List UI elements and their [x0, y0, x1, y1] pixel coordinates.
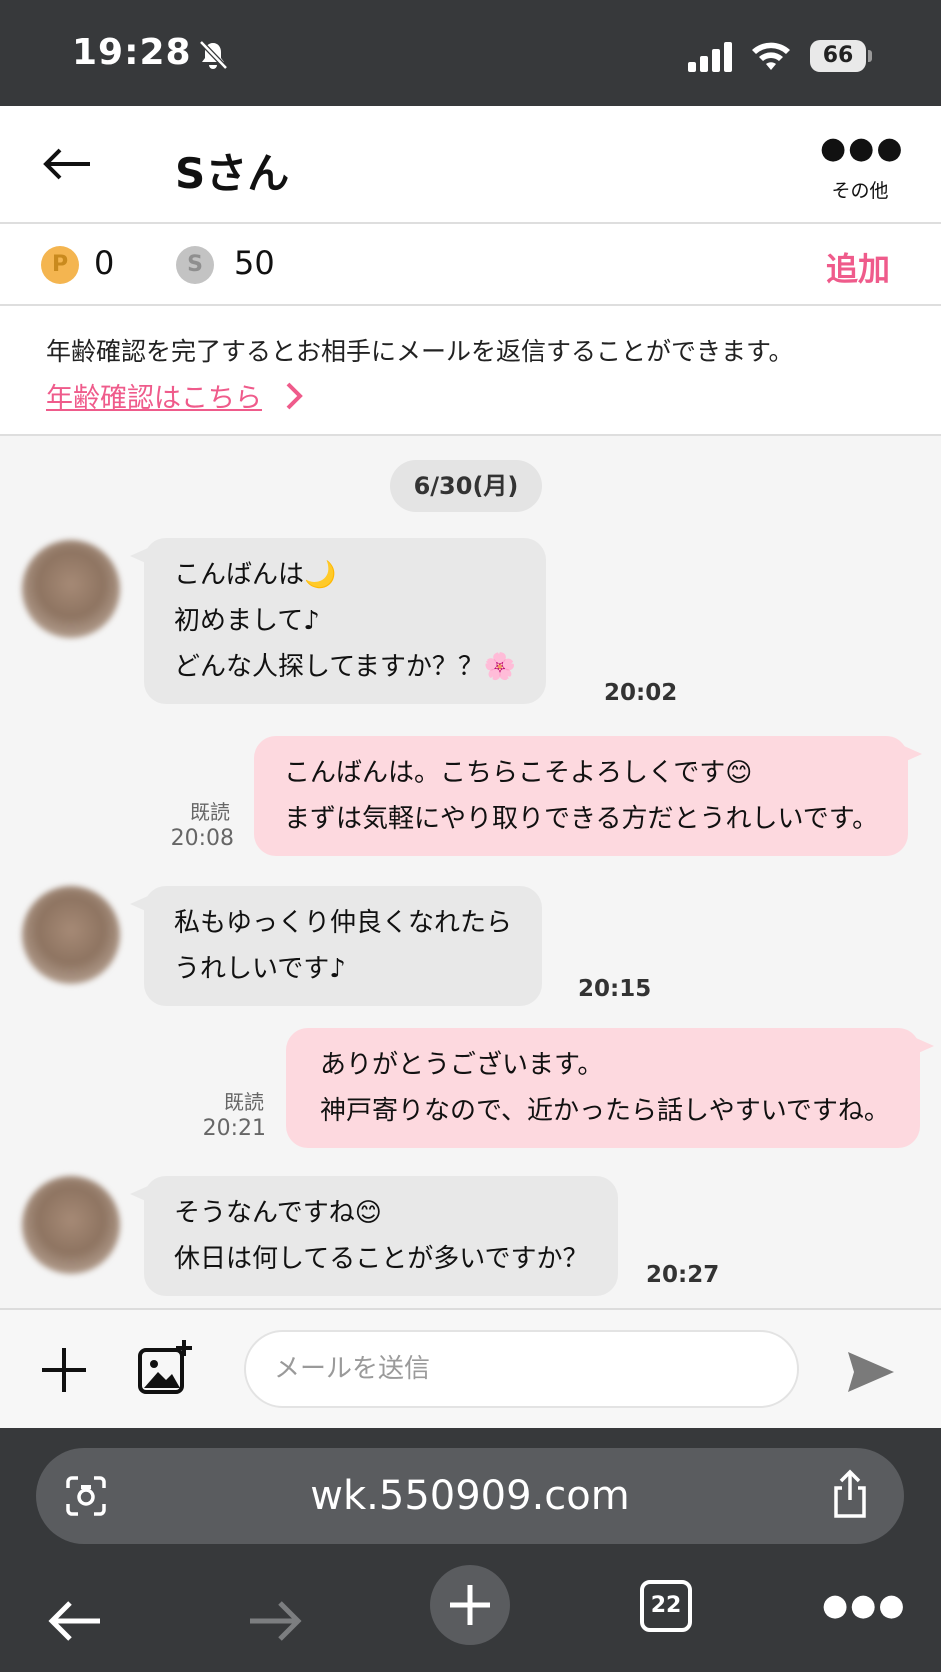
add-image-icon[interactable]	[134, 1338, 196, 1400]
message-line: ありがとうございます。	[320, 1050, 604, 1080]
message-line: 私もゆっくり仲良くなれたら	[174, 908, 513, 938]
message-time: 20:02	[604, 680, 678, 706]
chat-thread[interactable]: 6/30(月) こんばんは🌙 初めまして♪ どんな人探してますか？？🌸 20:0…	[0, 436, 941, 1308]
message-line: こんばんは🌙	[174, 560, 337, 590]
incoming-message-bubble: こんばんは🌙 初めまして♪ どんな人探してますか？？🌸	[129, 538, 547, 704]
p-points-value: 0	[94, 244, 115, 282]
url-text: wk.550909.com	[310, 1473, 630, 1519]
message-line: うれしいです♪	[174, 954, 346, 984]
message-line: まずは気軽にやり取りできる方だとうれしいです。	[284, 804, 879, 834]
message-composer: メールを送信	[0, 1308, 941, 1428]
age-verification-notice: 年齢確認を完了するとお相手にメールを返信することができます。 年齢確認はこちら	[0, 306, 941, 436]
message-time: 20:27	[646, 1262, 720, 1288]
tabs-count-button[interactable]: 22	[640, 1580, 692, 1632]
message-line: そうなんですね😊	[174, 1198, 382, 1228]
back-arrow-icon[interactable]	[40, 146, 94, 182]
share-icon[interactable]	[828, 1468, 872, 1520]
more-options-button[interactable]: ●●● その他	[820, 131, 905, 214]
battery-tip	[868, 50, 872, 62]
read-status: 既読	[190, 800, 230, 824]
status-bar: 19:28 66	[0, 0, 941, 106]
avatar[interactable]	[22, 1176, 120, 1274]
new-tab-button[interactable]	[430, 1565, 510, 1645]
browser-toolbar: wk.550909.com 22 ●●●	[0, 1428, 941, 1672]
chat-header: Sさん ●●● その他	[0, 106, 941, 224]
message-line: 初めまして♪	[174, 606, 320, 636]
plus-icon[interactable]	[38, 1344, 90, 1396]
incoming-message-bubble: そうなんですね😊 休日は何してることが多いですか？	[129, 1176, 619, 1296]
wifi-icon	[752, 42, 790, 70]
notice-text: 年齢確認を完了するとお相手にメールを返信することができます。	[46, 337, 794, 366]
page-title: Sさん	[175, 149, 290, 198]
outgoing-message-bubble: こんばんは。こちらこそよろしくです😊 まずは気軽にやり取りできる方だとうれしいで…	[254, 736, 923, 856]
plus-icon	[450, 1585, 490, 1625]
outgoing-message-bubble: ありがとうございます。 神戸寄りなので、近かったら話しやすいですね。	[286, 1028, 934, 1148]
battery-indicator: 66	[810, 40, 872, 72]
signal-icon	[688, 42, 732, 72]
browser-more-icon[interactable]: ●●●	[822, 1586, 905, 1626]
age-verification-link[interactable]: 年齢確認はこちら	[46, 376, 262, 415]
s-coin-icon: S	[176, 246, 214, 284]
send-icon[interactable]	[846, 1348, 896, 1396]
avatar[interactable]	[22, 540, 120, 638]
p-coin-icon: P	[41, 246, 79, 284]
message-line: 休日は何してることが多いですか？	[174, 1244, 589, 1274]
message-line: こんばんは。こちらこそよろしくです😊	[284, 758, 753, 788]
browser-forward-icon[interactable]	[246, 1598, 304, 1644]
address-bar[interactable]: wk.550909.com	[36, 1448, 904, 1544]
points-bar: P 0 S 50 追加	[0, 224, 941, 306]
battery-level: 66	[810, 40, 866, 72]
more-dots-icon: ●●●	[820, 131, 905, 166]
bell-muted-icon	[199, 40, 228, 70]
browser-back-icon[interactable]	[46, 1598, 104, 1644]
message-time: 20:08	[170, 826, 234, 851]
message-input[interactable]: メールを送信	[244, 1330, 799, 1408]
status-time: 19:28	[72, 32, 192, 73]
message-time: 20:15	[578, 976, 652, 1002]
message-time: 20:21	[202, 1116, 266, 1141]
message-line: どんな人探してますか？？🌸	[174, 652, 517, 682]
message-line: 神戸寄りなので、近かったら話しやすいですね。	[320, 1096, 890, 1126]
add-points-button[interactable]: 追加	[826, 244, 890, 290]
avatar[interactable]	[22, 886, 120, 984]
chevron-right-icon[interactable]	[282, 380, 306, 412]
date-separator: 6/30(月)	[390, 460, 542, 512]
s-points-value: 50	[234, 244, 275, 282]
incoming-message-bubble: 私もゆっくり仲良くなれたら うれしいです♪	[129, 886, 543, 1006]
more-options-label: その他	[831, 180, 889, 202]
read-status: 既読	[224, 1090, 264, 1114]
